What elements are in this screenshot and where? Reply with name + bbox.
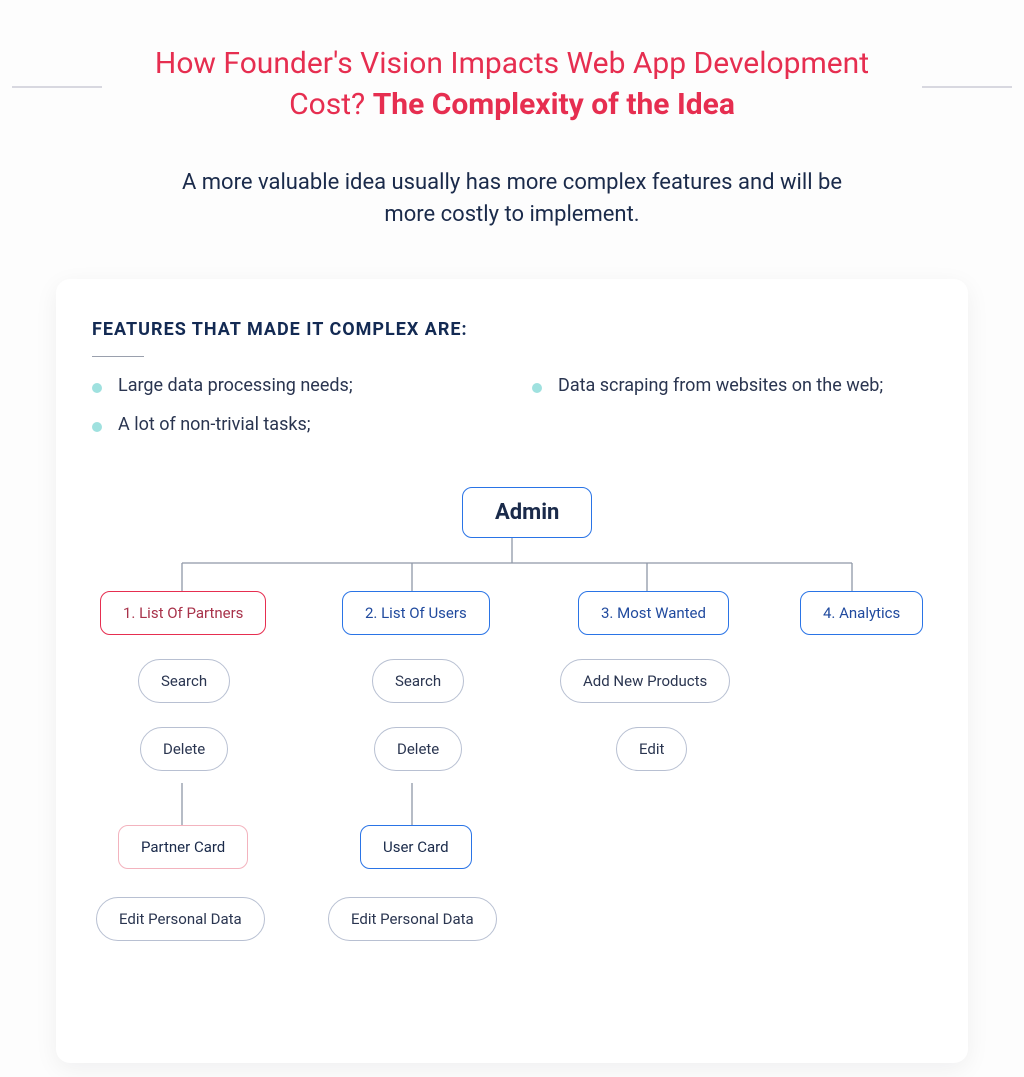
title-bold: The Complexity of the Idea [373,87,735,122]
node-most-wanted-edit: Edit [616,727,687,771]
node-partner-card: Partner Card [118,825,248,869]
page-title: How Founder's Vision Impacts Web App Dev… [122,44,902,125]
node-users-search: Search [372,659,464,703]
feature-item: Data scraping from websites on the web; [532,375,932,396]
node-user-card: User Card [360,825,472,869]
node-partners-delete: Delete [140,727,228,771]
feature-text: Data scraping from websites on the web; [558,375,883,396]
node-users-edit-personal-data: Edit Personal Data [328,897,497,941]
feature-item: Large data processing needs; [92,375,492,396]
features-card: FEATURES THAT MADE IT COMPLEX ARE: Large… [56,279,968,1064]
sitemap-diagram: Admin 1. List Of Partners Search Delete … [92,483,932,1013]
node-users-delete: Delete [374,727,462,771]
node-admin: Admin [462,487,592,538]
feature-text: A lot of non-trivial tasks; [118,414,311,435]
feature-item: A lot of non-trivial tasks; [92,414,492,435]
card-heading-underline [92,356,144,358]
bullet-dot-icon [92,422,102,432]
node-list-of-users: 2. List Of Users [342,591,490,635]
node-list-of-partners: 1. List Of Partners [100,591,266,635]
page-subtitle: A more valuable idea usually has more co… [162,167,862,231]
card-heading: FEATURES THAT MADE IT COMPLEX ARE: [92,319,932,340]
bullet-dot-icon [92,383,102,393]
node-most-wanted: 3. Most Wanted [578,591,729,635]
node-partners-search: Search [138,659,230,703]
node-analytics: 4. Analytics [800,591,923,635]
feature-text: Large data processing needs; [118,375,353,396]
node-partners-edit-personal-data: Edit Personal Data [96,897,265,941]
feature-columns: Large data processing needs; A lot of no… [92,375,932,453]
node-add-new-products: Add New Products [560,659,730,703]
bullet-dot-icon [532,383,542,393]
